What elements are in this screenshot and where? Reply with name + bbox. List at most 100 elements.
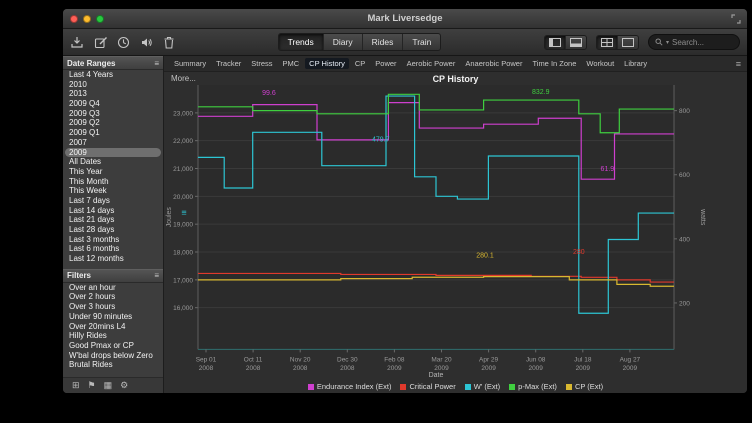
section-header-filters[interactable]: Filters≡	[63, 269, 163, 283]
schedule-button[interactable]	[117, 36, 130, 49]
tab-aerobic-power[interactable]: Aerobic Power	[403, 58, 460, 69]
delete-button[interactable]	[163, 36, 175, 49]
sidebar-item-this-year[interactable]: This Year	[63, 167, 163, 177]
data-label: 280	[573, 249, 585, 256]
tab-time-in-zone[interactable]: Time In Zone	[528, 58, 580, 69]
cp-history-chart: 16,00017,00018,00019,00020,00021,00022,0…	[164, 85, 747, 393]
tab-power[interactable]: Power	[371, 58, 400, 69]
sidebar-item-w-bal-drops-below-zero[interactable]: W'bal drops below Zero	[63, 351, 163, 361]
sidebar-item-last-6-months[interactable]: Last 6 months	[63, 244, 163, 254]
close-button[interactable]	[70, 15, 78, 23]
sidebar-item-over-20mins-l4[interactable]: Over 20mins L4	[63, 322, 163, 332]
legend-label: Critical Power	[409, 382, 455, 391]
layout-tiled-button[interactable]	[597, 36, 618, 49]
svg-text:Date: Date	[429, 372, 444, 379]
view-diary-button[interactable]: Diary	[324, 34, 363, 50]
fullscreen-icon[interactable]	[731, 14, 741, 24]
tab-stress[interactable]: Stress	[247, 58, 276, 69]
import-icon	[70, 36, 84, 49]
sidebar-item-2007[interactable]: 2007	[63, 138, 163, 148]
sidebar-item-all-dates[interactable]: All Dates	[63, 157, 163, 167]
layout-single-button[interactable]	[618, 36, 638, 49]
axis-widget-icon[interactable]: ≡	[181, 208, 186, 218]
compose-button[interactable]	[94, 36, 108, 49]
desktop: Mark Liversedge	[0, 0, 752, 423]
section-menu-icon[interactable]: ≡	[154, 271, 159, 280]
sidebar-item-this-week[interactable]: This Week	[63, 186, 163, 196]
svg-text:2009: 2009	[576, 365, 591, 372]
sidebar-item-over-2-hours[interactable]: Over 2 hours	[63, 292, 163, 302]
view-train-button[interactable]: Train	[403, 34, 440, 50]
sidebar-item-2013[interactable]: 2013	[63, 89, 163, 99]
sidebar-item-2009[interactable]: 2009	[65, 148, 161, 158]
sidebar-item-last-4-years[interactable]: Last 4 Years	[63, 70, 163, 80]
section-menu-icon[interactable]: ≡	[154, 59, 159, 68]
legend-entry-p-max-ext: p-Max (Ext)	[509, 382, 557, 391]
chart-icon[interactable]: ▦	[104, 378, 113, 393]
sidebar-item-brutal-rides[interactable]: Brutal Rides	[63, 360, 163, 370]
titlebar[interactable]: Mark Liversedge	[63, 9, 747, 29]
toggle-bottombar-button[interactable]	[566, 36, 586, 49]
data-label: 99.6	[262, 90, 276, 97]
svg-text:Nov 20: Nov 20	[290, 356, 311, 363]
svg-text:16,000: 16,000	[173, 305, 193, 312]
audio-button[interactable]	[140, 36, 153, 49]
tab-anaerobic-power[interactable]: Anaerobic Power	[461, 58, 526, 69]
data-label: 832.9	[532, 89, 550, 96]
sidebar-item-under-90-minutes[interactable]: Under 90 minutes	[63, 312, 163, 322]
sidebar-item-last-14-days[interactable]: Last 14 days	[63, 206, 163, 216]
sidebar: Date Ranges≡Last 4 Years201020132009 Q42…	[63, 56, 164, 393]
window-title: Mark Liversedge	[63, 13, 747, 24]
tab-library[interactable]: Library	[620, 58, 651, 69]
svg-text:2008: 2008	[246, 365, 261, 372]
sidebar-item-last-28-days[interactable]: Last 28 days	[63, 225, 163, 235]
svg-text:Oct 11: Oct 11	[244, 356, 263, 363]
zoom-button[interactable]	[96, 15, 104, 23]
tab-cp-history[interactable]: CP History	[305, 58, 349, 69]
tab-summary[interactable]: Summary	[170, 58, 210, 69]
tab-workout[interactable]: Workout	[582, 58, 618, 69]
search-field[interactable]: ▾ Search...	[648, 34, 740, 50]
svg-text:400: 400	[679, 236, 690, 243]
minimize-button[interactable]	[83, 15, 91, 23]
sidebar-item-over-an-hour[interactable]: Over an hour	[63, 283, 163, 293]
more-link[interactable]: More...	[171, 74, 196, 83]
sidebar-item-last-21-days[interactable]: Last 21 days	[63, 215, 163, 225]
view-rides-button[interactable]: Rides	[363, 34, 404, 50]
search-scope-caret[interactable]: ▾	[666, 39, 669, 46]
sidebar-item-2009-q4[interactable]: 2009 Q4	[63, 99, 163, 109]
svg-text:Jun 08: Jun 08	[526, 356, 546, 363]
tab-tracker[interactable]: Tracker	[212, 58, 245, 69]
svg-text:2009: 2009	[528, 365, 543, 372]
legend-label: p-Max (Ext)	[518, 382, 557, 391]
sidebar-item-last-12-months[interactable]: Last 12 months	[63, 254, 163, 264]
sidebar-item-hilly-rides[interactable]: Hilly Rides	[63, 331, 163, 341]
section-header-date-ranges[interactable]: Date Ranges≡	[63, 56, 163, 70]
sidebar-item-good-pmax-or-cp[interactable]: Good Pmax or CP	[63, 341, 163, 351]
grid-icon[interactable]: ⊞	[72, 378, 80, 393]
sidebar-item-last-7-days[interactable]: Last 7 days	[63, 196, 163, 206]
legend-swatch	[465, 384, 471, 390]
tab-pmc[interactable]: PMC	[279, 58, 304, 69]
sidebar-item-2009-q1[interactable]: 2009 Q1	[63, 128, 163, 138]
sidebar-item-over-3-hours[interactable]: Over 3 hours	[63, 302, 163, 312]
toggle-sidebar-button[interactable]	[545, 36, 566, 49]
sidebar-item-2010[interactable]: 2010	[63, 80, 163, 90]
sidebar-item-2009-q2[interactable]: 2009 Q2	[63, 118, 163, 128]
sidebar-item-last-3-months[interactable]: Last 3 months	[63, 235, 163, 245]
view-trends-button[interactable]: Trends	[279, 34, 324, 50]
trash-icon	[163, 36, 175, 49]
main-panel: SummaryTrackerStressPMCCP HistoryCPPower…	[164, 56, 747, 393]
svg-text:Apr 29: Apr 29	[479, 356, 499, 363]
import-button[interactable]	[70, 36, 84, 49]
sidebar-item-2009-q3[interactable]: 2009 Q3	[63, 109, 163, 119]
sidebar-item-this-month[interactable]: This Month	[63, 177, 163, 187]
gear-icon[interactable]: ⚙	[120, 378, 128, 393]
tabbar-menu-icon[interactable]: ≡	[736, 59, 741, 69]
svg-text:800: 800	[679, 108, 690, 115]
flag-icon[interactable]: ⚑	[88, 378, 96, 393]
page-title: CP History	[164, 74, 747, 84]
tab-cp[interactable]: CP	[351, 58, 369, 69]
tabbar: SummaryTrackerStressPMCCP HistoryCPPower…	[164, 56, 747, 72]
svg-text:18,000: 18,000	[173, 250, 193, 257]
